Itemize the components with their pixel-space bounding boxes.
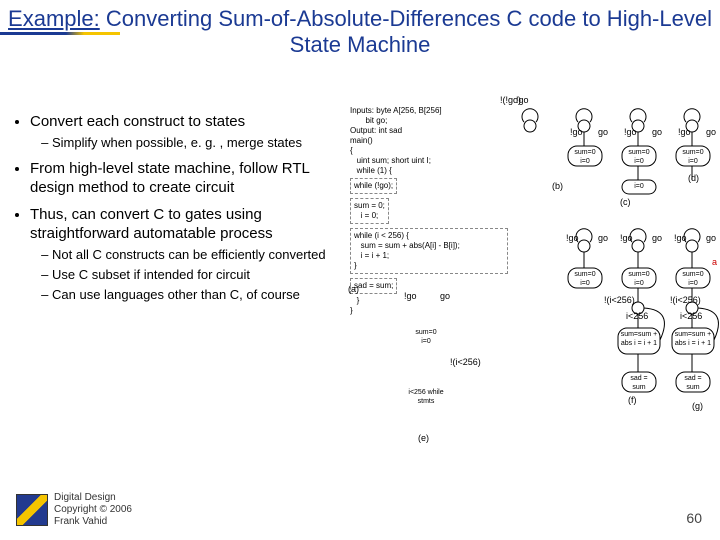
bullet-1a: Simplify when possible, e. g. , merge st… [52, 135, 337, 151]
bullet-3: Thus, can convert C to gates using strai… [30, 205, 337, 303]
footer-logo [16, 494, 48, 526]
lbl-c: (c) [620, 198, 631, 207]
node-i0: i=0 [626, 182, 652, 191]
node-sum0-5: sum=0 i=0 [624, 270, 654, 288]
node-sadsum-1: sad = sum [624, 374, 654, 392]
lbl-notgo-5: !go [566, 234, 579, 243]
bullet-3a: Not all C constructs can be efficiently … [52, 247, 337, 263]
lbl-e: (e) [418, 434, 429, 443]
footer-l1: Digital Design [54, 492, 116, 503]
code-box-while: while (!go); [350, 178, 397, 194]
footer-l2: Copyright © 2006 [54, 504, 132, 515]
lbl-f: (f) [628, 396, 637, 405]
node-sumabs-1: sum=sum + abs i = i + 1 [620, 330, 658, 348]
code-l4: main() [350, 136, 373, 145]
code-l7: while (1) { [350, 166, 392, 175]
bullet-list: Convert each construct to states Simplif… [12, 112, 337, 313]
lbl-notgo-e: !go [404, 292, 417, 301]
lbl-go-e: go [440, 292, 450, 301]
bullet-1-text: Convert each construct to states [30, 113, 245, 130]
label-a: (a) [348, 284, 359, 294]
lbl-go-5: go [652, 234, 662, 243]
lbl-ilt-e: !(i<256) [450, 358, 481, 367]
bullet-3c: Can use languages other than C, of cours… [52, 287, 337, 303]
lbl-go-6: go [706, 234, 716, 243]
lbl-notgo-4: !go [678, 128, 691, 137]
lbl-notgo-1: !go [516, 96, 529, 105]
title-rest: Converting Sum-of-Absolute-Differences C… [100, 6, 712, 57]
footer-text: Digital Design Copyright © 2006 Frank Va… [54, 492, 132, 528]
code-l3: Output: int sad [350, 126, 402, 135]
node-while-stmts: i<256 while stmts [406, 388, 446, 406]
code-l5: { [350, 146, 353, 155]
code-box-loop: while (i < 256) { sum = sum + abs(A[i] -… [350, 228, 508, 274]
lbl-go-1: go [598, 128, 608, 137]
lbl-go-4: go [598, 234, 608, 243]
title-prefix: Example: [8, 6, 100, 31]
code-l6: uint sum; short uint I; [350, 156, 431, 165]
code-box-init: sum = 0; i = 0; [350, 198, 389, 224]
lbl-notgo-3: !go [624, 128, 637, 137]
code-block: Inputs: byte A[256, B[256] bit go; Outpu… [350, 96, 520, 326]
lbl-ilt-1: !(i<256) [604, 296, 635, 305]
lbl-d: (d) [688, 174, 699, 183]
lbl-g: (g) [692, 402, 703, 411]
code-l12: } [350, 296, 359, 305]
lbl-notgo-2: !go [570, 128, 583, 137]
lbl-notgo-7: !go [674, 234, 687, 243]
node-sum0-4: sum=0 i=0 [570, 270, 600, 288]
node-sumabs-2: sum=sum + abs i = i + 1 [674, 330, 712, 348]
node-sum0-6: sum=0 i=0 [678, 270, 708, 288]
code-l2: bit go; [350, 116, 387, 125]
slide-title: Example: Converting Sum-of-Absolute-Diff… [0, 6, 720, 58]
lbl-a-red: a [712, 258, 717, 267]
lbl-b: (b) [552, 182, 563, 191]
lbl-go-2: go [652, 128, 662, 137]
node-sum0-e: sum=0 i=0 [410, 328, 442, 346]
node-sum0-2: sum=0 i=0 [624, 148, 654, 166]
bullet-2: From high-level state machine, follow RT… [30, 159, 337, 197]
code-l1: Inputs: byte A[256, B[256] [350, 106, 442, 115]
lbl-ilt2-2: i<256 [680, 312, 702, 321]
code-l13: } [350, 306, 353, 315]
bullet-3-text: Thus, can convert C to gates using strai… [30, 206, 273, 242]
bullet-3b: Use C subset if intended for circuit [52, 267, 337, 283]
lbl-ilt2-1: i<256 [626, 312, 648, 321]
lbl-notgo-6: !go [620, 234, 633, 243]
node-sadsum-2: sad = sum [678, 374, 708, 392]
lbl-go-3: go [706, 128, 716, 137]
node-sum0-1: sum=0 i=0 [570, 148, 600, 166]
footer-l3: Frank Vahid [54, 516, 107, 527]
node-sum0-3: sum=0 i=0 [678, 148, 708, 166]
lbl-ilt-2: !(i<256) [670, 296, 701, 305]
page-number: 60 [686, 510, 702, 526]
diagram-area: !(!go) !go !go go !go go !go go sum=0 i=… [520, 96, 720, 516]
bullet-1: Convert each construct to states Simplif… [30, 112, 337, 151]
